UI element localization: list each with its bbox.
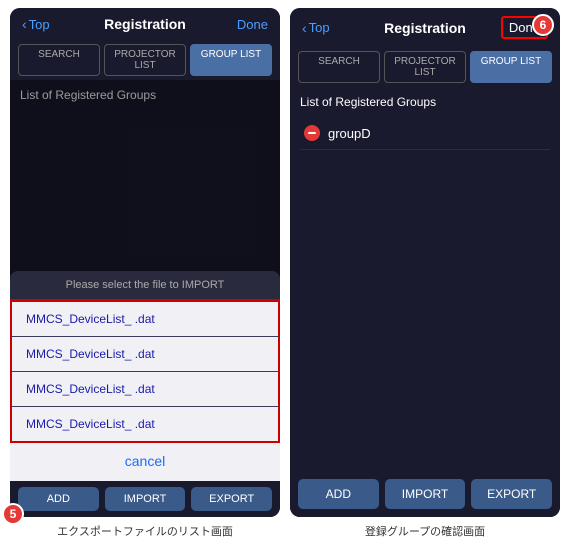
- right-caption: 登録グループの確認画面: [290, 523, 560, 539]
- group-item-label: groupD: [328, 126, 371, 141]
- import-file-item-4[interactable]: MMCS_DeviceList_ .dat: [10, 407, 280, 443]
- group-item-groupD[interactable]: groupD: [300, 117, 550, 150]
- left-done-button[interactable]: Done: [237, 17, 268, 32]
- right-tab-group-list[interactable]: GROUP LIST: [470, 51, 552, 83]
- import-overlay: Please select the file to IMPORT MMCS_De…: [10, 80, 280, 481]
- import-file-item-1[interactable]: MMCS_DeviceList_ .dat: [10, 300, 280, 337]
- right-add-button[interactable]: ADD: [298, 479, 379, 509]
- left-header: ‹ Top Registration Done: [10, 8, 280, 40]
- right-import-button[interactable]: IMPORT: [385, 479, 466, 509]
- left-export-button[interactable]: EXPORT: [191, 487, 272, 511]
- group-item-icon: [304, 125, 320, 141]
- left-bottom-toolbar: ADD IMPORT EXPORT: [10, 481, 280, 517]
- right-chevron-icon: ‹: [302, 20, 307, 36]
- captions-row: エクスポートファイルのリスト画面 登録グループの確認画面: [0, 517, 570, 547]
- left-title: Registration: [104, 16, 186, 32]
- left-chevron-icon: ‹: [22, 16, 27, 32]
- import-dialog: Please select the file to IMPORT MMCS_De…: [10, 271, 280, 481]
- left-caption: エクスポートファイルのリスト画面: [10, 523, 280, 539]
- import-file-item-2[interactable]: MMCS_DeviceList_ .dat: [10, 337, 280, 372]
- right-title: Registration: [384, 20, 466, 36]
- right-tabs: SEARCH PROJECTOR LIST GROUP LIST: [290, 47, 560, 87]
- left-content: List of Registered Groups Please select …: [10, 80, 280, 481]
- import-file-list: MMCS_DeviceList_ .dat MMCS_DeviceList_ .…: [10, 300, 280, 443]
- right-screen-wrapper: ‹ Top Registration Done SEARCH PROJECTOR…: [290, 8, 560, 517]
- left-screen: ‹ Top Registration Done SEARCH PROJECTOR…: [10, 8, 280, 517]
- right-export-button[interactable]: EXPORT: [471, 479, 552, 509]
- left-tab-group-list[interactable]: GROUP LIST: [190, 44, 272, 76]
- right-back-button[interactable]: ‹ Top: [302, 20, 330, 36]
- right-section-title: List of Registered Groups: [300, 95, 550, 109]
- import-dialog-title: Please select the file to IMPORT: [10, 271, 280, 300]
- badge-6: 6: [532, 14, 554, 36]
- left-back-label: Top: [29, 17, 50, 32]
- import-cancel-button[interactable]: cancel: [125, 453, 165, 469]
- left-add-button[interactable]: ADD: [18, 487, 99, 511]
- right-screen: ‹ Top Registration Done SEARCH PROJECTOR…: [290, 8, 560, 517]
- left-screen-wrapper: ‹ Top Registration Done SEARCH PROJECTOR…: [10, 8, 280, 517]
- right-tab-projector-list[interactable]: PROJECTOR LIST: [384, 51, 466, 83]
- right-bottom-buttons: ADD IMPORT EXPORT: [290, 471, 560, 517]
- left-tab-search[interactable]: SEARCH: [18, 44, 100, 76]
- left-tab-projector-list[interactable]: PROJECTOR LIST: [104, 44, 186, 76]
- right-back-label: Top: [309, 20, 330, 35]
- left-tabs: SEARCH PROJECTOR LIST GROUP LIST: [10, 40, 280, 80]
- right-group-list: groupD: [300, 117, 550, 463]
- right-content: List of Registered Groups groupD: [290, 87, 560, 471]
- screens-container: ‹ Top Registration Done SEARCH PROJECTOR…: [0, 0, 570, 517]
- left-import-button[interactable]: IMPORT: [105, 487, 186, 511]
- left-back-button[interactable]: ‹ Top: [22, 16, 50, 32]
- right-header: ‹ Top Registration Done: [290, 8, 560, 47]
- right-tab-search[interactable]: SEARCH: [298, 51, 380, 83]
- import-cancel-bar: cancel: [10, 443, 280, 481]
- import-file-item-3[interactable]: MMCS_DeviceList_ .dat: [10, 372, 280, 407]
- badge-5: 5: [2, 503, 24, 525]
